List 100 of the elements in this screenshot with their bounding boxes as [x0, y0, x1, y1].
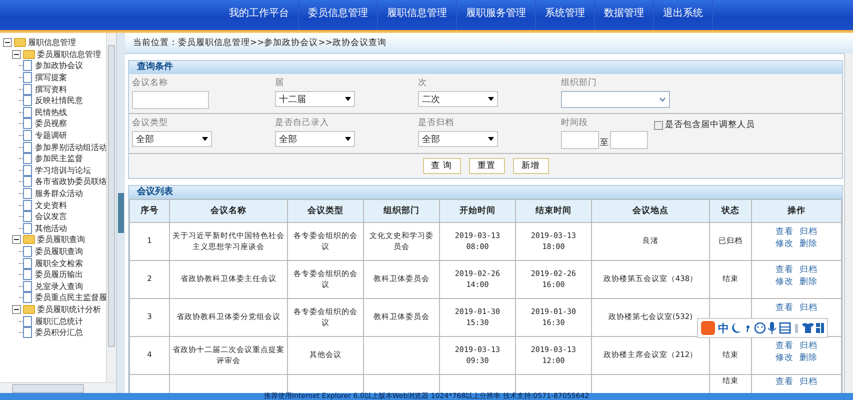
range-separator: 至 — [600, 137, 609, 149]
scrollbar[interactable] — [106, 33, 116, 383]
tree-item[interactable]: 撰写资料 — [35, 84, 67, 95]
document-icon — [23, 327, 32, 338]
column-header: 组织部门 — [364, 200, 440, 222]
date-field[interactable] — [561, 131, 599, 149]
action-link[interactable]: 修改 — [776, 276, 794, 289]
tree-item[interactable]: 撰写提案 — [35, 72, 67, 84]
chevron-down-icon[interactable] — [659, 97, 666, 102]
dropdown[interactable]: 十二届 — [275, 91, 355, 107]
document-icon — [23, 246, 32, 257]
collapse-icon[interactable] — [12, 304, 21, 314]
tree-item[interactable]: 学习培训与论坛 — [35, 164, 91, 176]
tree-item[interactable]: 委员重点民主监督履 — [35, 292, 107, 304]
collapse-icon[interactable] — [12, 235, 21, 244]
tree-item[interactable]: 专题调研 — [35, 130, 67, 142]
action-link[interactable]: 删除 — [800, 352, 818, 365]
folder-icon — [14, 38, 26, 48]
action-link[interactable]: 删除 — [800, 238, 818, 251]
action-link[interactable]: 查看 — [776, 226, 794, 238]
document-icon — [23, 269, 32, 280]
form-button[interactable]: 新增 — [512, 158, 548, 174]
document-icon — [23, 106, 32, 118]
field-label: 是否归档 — [418, 117, 455, 129]
column-header: 会议地点 — [592, 200, 710, 222]
action-link[interactable]: 归档 — [800, 226, 818, 238]
panel-title: 查询条件 — [129, 61, 842, 74]
action-link[interactable]: 查看 — [776, 302, 794, 314]
document-icon — [23, 258, 32, 269]
document-icon — [23, 84, 32, 95]
document-icon — [23, 222, 32, 234]
action-link[interactable]: 修改 — [776, 352, 794, 365]
action-link[interactable]: 删除 — [800, 276, 818, 289]
checkbox-label: 是否包含届中调整人员 — [665, 119, 755, 131]
toolbar-icons-drawing[interactable] — [732, 321, 824, 335]
folder-icon — [23, 304, 35, 314]
field-label: 届 — [275, 77, 285, 89]
tree-item[interactable]: 委员履职统计分析 — [37, 304, 101, 315]
action-link[interactable]: 修改 — [776, 238, 794, 251]
dropdown[interactable]: 全部 — [132, 131, 212, 147]
scrollbar[interactable] — [844, 53, 853, 393]
tree-item[interactable]: 委员履职查询 — [37, 234, 85, 246]
column-header: 操作 — [752, 200, 842, 222]
tree-item[interactable]: 服务群众活动 — [35, 188, 83, 200]
tree-item[interactable]: 委员履职信息管理 — [37, 48, 101, 60]
document-icon — [23, 142, 32, 153]
action-link[interactable]: 查看 — [776, 376, 794, 388]
document-icon — [23, 316, 32, 327]
collapse-icon[interactable] — [12, 50, 21, 59]
tree-item[interactable]: 履职全文检索 — [35, 258, 83, 269]
checkbox[interactable] — [654, 120, 663, 130]
tree-item[interactable]: 参加民主监督 — [35, 153, 83, 164]
tree-item[interactable]: 履职信息管理 — [28, 37, 76, 48]
tree-item[interactable]: 兑室录入查询 — [35, 280, 83, 292]
dropdown[interactable]: 全部 — [418, 131, 498, 147]
action-link[interactable]: 归档 — [800, 264, 818, 276]
tree-item[interactable]: 委员履历输出 — [35, 269, 83, 280]
collapse-icon[interactable] — [3, 38, 12, 48]
action-link[interactable]: 查看 — [776, 264, 794, 276]
document-icon — [23, 60, 32, 72]
document-icon — [23, 130, 32, 142]
action-link[interactable]: 查看 — [776, 340, 794, 352]
tree-item[interactable]: 委员视察 — [35, 118, 67, 130]
tree-item[interactable]: 委员积分汇总 — [35, 327, 83, 338]
input-mode-toggle[interactable]: 中 — [718, 320, 729, 336]
dropdown[interactable]: 全部 — [275, 131, 355, 147]
folder-icon — [23, 235, 35, 244]
tree-item[interactable]: 反映社情民意 — [35, 95, 83, 106]
column-header: 序号 — [130, 200, 170, 222]
date-field[interactable] — [610, 131, 648, 149]
tree-item[interactable]: 委员履职查询 — [35, 246, 83, 257]
tree-item[interactable]: 文史资料 — [35, 200, 67, 211]
folder-icon — [23, 50, 35, 59]
scrollbar[interactable] — [0, 382, 116, 393]
logo-icon[interactable] — [701, 321, 715, 335]
column-header: 状态 — [710, 200, 752, 222]
text-field[interactable] — [132, 91, 209, 109]
action-link[interactable]: 归档 — [800, 340, 818, 352]
document-icon — [23, 164, 32, 176]
tree-item[interactable]: 履职汇总统计 — [35, 316, 83, 327]
column-header: 开始时间 — [440, 200, 516, 222]
field-label: 组织部门 — [561, 77, 598, 89]
tree-item[interactable]: 其他活动 — [35, 222, 67, 234]
column-header: 结束时间 — [516, 200, 592, 222]
field-label: 次 — [418, 77, 428, 89]
dropdown[interactable]: 二次 — [418, 91, 498, 107]
tree-item[interactable]: 会议发言 — [35, 211, 67, 222]
form-button[interactable]: 重置 — [468, 158, 504, 174]
form-button[interactable]: 查 询 — [422, 158, 460, 174]
field-label: 会议类型 — [132, 117, 169, 129]
tree-item[interactable]: 参加政协会议 — [35, 60, 83, 72]
field-label: 会议名称 — [132, 77, 169, 89]
tree-item[interactable]: 各市省政协委员联络 — [35, 176, 107, 188]
document-icon — [23, 118, 32, 130]
tree-item[interactable]: 民情热线 — [35, 106, 67, 118]
document-icon — [23, 292, 32, 304]
action-link[interactable]: 归档 — [800, 302, 818, 314]
breadcrumb: 当前位置：委员履职信息管理>>参加政协会议>>政协会议查询 — [125, 33, 853, 54]
action-link[interactable]: 归档 — [800, 376, 818, 388]
collapse-handle[interactable] — [118, 193, 124, 233]
